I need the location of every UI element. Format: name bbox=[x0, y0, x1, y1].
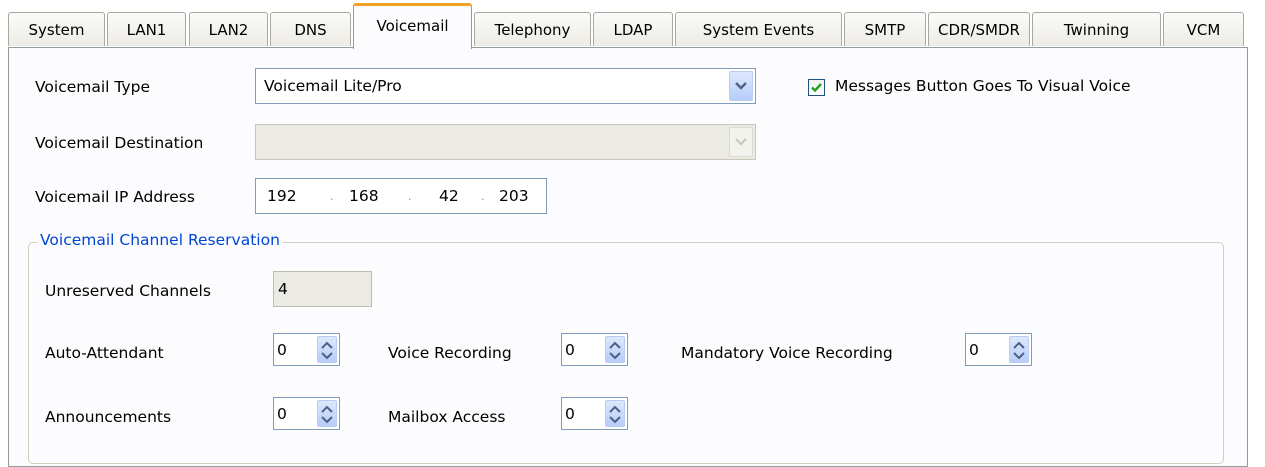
tab-telephony[interactable]: Telephony bbox=[474, 12, 591, 46]
spin-arrows-icon[interactable] bbox=[605, 336, 625, 363]
tab-voicemail[interactable]: Voicemail bbox=[353, 3, 472, 49]
tab-dns[interactable]: DNS bbox=[270, 12, 351, 46]
tab-vcm[interactable]: VCM bbox=[1163, 12, 1244, 46]
tab-twinning[interactable]: Twinning bbox=[1032, 12, 1161, 46]
voicemail-type-value: Voicemail Lite/Pro bbox=[264, 77, 402, 95]
voicemail-destination-label: Voicemail Destination bbox=[35, 134, 204, 152]
voice-recording-value: 0 bbox=[565, 340, 575, 359]
tab-label: Twinning bbox=[1063, 20, 1130, 39]
ip-octet-4[interactable]: 203 bbox=[499, 179, 529, 213]
voice-recording-label: Voice Recording bbox=[388, 344, 512, 362]
mailbox-access-stepper[interactable]: 0 bbox=[561, 397, 628, 430]
channel-reservation-title: Voicemail Channel Reservation bbox=[37, 231, 283, 249]
mandatory-recording-label: Mandatory Voice Recording bbox=[681, 344, 893, 362]
voicemail-type-label: Voicemail Type bbox=[35, 78, 150, 96]
voicemail-ip-label: Voicemail IP Address bbox=[35, 188, 195, 206]
tab-label: Telephony bbox=[494, 20, 571, 39]
tab-smtp[interactable]: SMTP bbox=[844, 12, 926, 46]
spin-arrows-icon[interactable] bbox=[605, 400, 625, 427]
auto-attendant-label: Auto-Attendant bbox=[45, 344, 164, 362]
ip-separator: . bbox=[408, 189, 412, 203]
tab-label: Voicemail bbox=[376, 16, 449, 35]
auto-attendant-value: 0 bbox=[277, 340, 287, 359]
tab-system-events[interactable]: System Events bbox=[675, 12, 842, 46]
voice-recording-stepper[interactable]: 0 bbox=[561, 333, 628, 366]
voicemail-destination-select[interactable] bbox=[255, 124, 756, 160]
mailbox-access-value: 0 bbox=[565, 404, 575, 423]
ip-octet-2[interactable]: 168 bbox=[349, 179, 379, 213]
spin-arrows-icon[interactable] bbox=[317, 400, 337, 427]
tab-cdr-smdr[interactable]: CDR/SMDR bbox=[928, 12, 1030, 46]
ip-separator: . bbox=[330, 189, 334, 203]
announcements-value: 0 bbox=[277, 404, 287, 423]
announcements-label: Announcements bbox=[45, 408, 172, 426]
chevron-down-icon[interactable] bbox=[729, 71, 753, 101]
ip-octet-3[interactable]: 42 bbox=[439, 179, 459, 213]
auto-attendant-stepper[interactable]: 0 bbox=[273, 333, 340, 366]
tab-label: SMTP bbox=[864, 20, 906, 39]
voicemail-panel: Voicemail Type Voicemail Lite/Pro Messag… bbox=[8, 47, 1248, 467]
checkmark-icon bbox=[811, 83, 822, 93]
voicemail-ip-field[interactable]: 192 . 168 . 42 . 203 bbox=[255, 178, 547, 214]
tab-label: System bbox=[28, 20, 85, 39]
tab-label: LAN1 bbox=[126, 20, 167, 39]
spin-arrows-icon[interactable] bbox=[317, 336, 337, 363]
tab-lan2[interactable]: LAN2 bbox=[189, 12, 268, 46]
mandatory-recording-stepper[interactable]: 0 bbox=[965, 333, 1032, 366]
visual-voice-checkbox[interactable] bbox=[808, 79, 825, 96]
tab-label: LDAP bbox=[613, 20, 653, 39]
tab-lan1[interactable]: LAN1 bbox=[107, 12, 186, 46]
tab-system[interactable]: System bbox=[8, 12, 105, 46]
tab-label: CDR/SMDR bbox=[938, 20, 1020, 39]
spin-arrows-icon[interactable] bbox=[1009, 336, 1029, 363]
visual-voice-label: Messages Button Goes To Visual Voice bbox=[835, 77, 1131, 95]
chevron-down-icon bbox=[729, 127, 753, 157]
ip-separator: . bbox=[481, 189, 485, 203]
unreserved-channels-label: Unreserved Channels bbox=[45, 282, 211, 300]
voicemail-type-select[interactable]: Voicemail Lite/Pro bbox=[255, 68, 756, 104]
ip-octet-1[interactable]: 192 bbox=[267, 179, 297, 213]
tab-label: VCM bbox=[1186, 20, 1221, 39]
tab-ldap[interactable]: LDAP bbox=[593, 12, 673, 46]
tab-label: LAN2 bbox=[208, 20, 249, 39]
mailbox-access-label: Mailbox Access bbox=[388, 408, 506, 426]
tab-label: System Events bbox=[702, 20, 815, 39]
announcements-stepper[interactable]: 0 bbox=[273, 397, 340, 430]
mandatory-recording-value: 0 bbox=[969, 340, 979, 359]
tab-strip: System LAN1 LAN2 DNS Voicemail Telephony… bbox=[0, 0, 1265, 49]
unreserved-channels-value: 4 bbox=[273, 271, 372, 307]
tab-label: DNS bbox=[294, 20, 327, 39]
